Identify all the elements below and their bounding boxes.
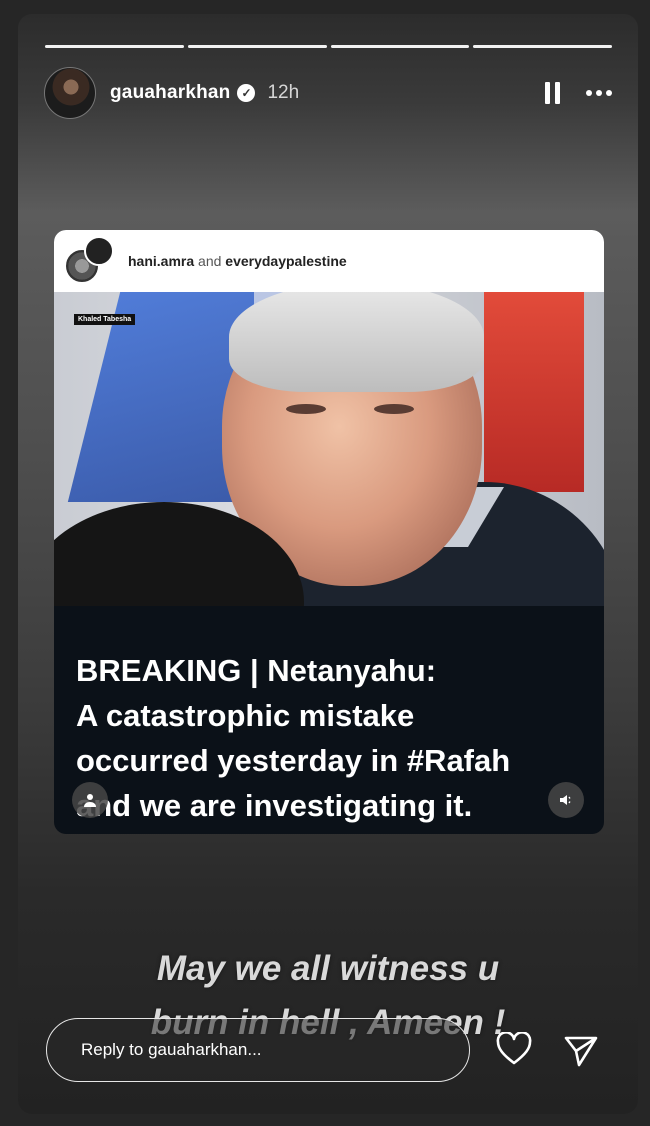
eye-shape: [374, 404, 414, 414]
story-progress-bar: [45, 45, 612, 48]
heart-icon[interactable]: [496, 1031, 532, 1071]
post-photo: Khaled Tabesha: [54, 292, 604, 606]
mute-icon[interactable]: [548, 782, 584, 818]
headline-line: and we are investigating it.: [76, 788, 473, 823]
progress-segment: [187, 45, 327, 48]
overlay-line: May we all witness u: [156, 949, 500, 988]
send-icon[interactable]: [563, 1034, 599, 1073]
username[interactable]: gauaharkhan: [110, 82, 230, 104]
headline-line: occurred yesterday in #Rafah: [76, 743, 511, 778]
credit-conjunction: and: [198, 253, 222, 269]
photo-credit-tag: Khaled Tabesha: [74, 314, 136, 325]
avatar[interactable]: [44, 67, 96, 119]
post-headline: BREAKING | Netanyahu: A catastrophic mis…: [76, 648, 586, 828]
more-options-icon[interactable]: [586, 90, 612, 96]
headline-line: BREAKING | Netanyahu:: [76, 653, 437, 688]
flag-shape: [484, 292, 584, 492]
verified-badge-icon: ✓: [237, 84, 256, 102]
avatar: [84, 236, 114, 266]
reply-input[interactable]: Reply to gauaharkhan...: [46, 1018, 470, 1082]
story-timestamp: 12h: [267, 82, 300, 103]
progress-segment: [45, 45, 184, 48]
credit-user[interactable]: hani.amra: [128, 253, 194, 269]
post-credits[interactable]: hani.amra and everydaypalestine: [128, 253, 347, 269]
shared-post-header[interactable]: hani.amra and everydaypalestine: [54, 230, 604, 292]
pause-icon[interactable]: [545, 82, 560, 104]
credit-user[interactable]: everydaypalestine: [225, 253, 346, 269]
story-header: gauaharkhan ✓ 12h: [44, 66, 612, 120]
progress-segment: [330, 45, 470, 48]
progress-segment: [473, 45, 612, 48]
hair-shape: [229, 292, 484, 392]
eye-shape: [286, 404, 326, 414]
reply-placeholder: Reply to gauaharkhan...: [81, 1040, 262, 1059]
tagged-user-icon[interactable]: [72, 782, 108, 818]
story-frame: gauaharkhan ✓ 12h hani.amra and everyday…: [18, 14, 638, 1114]
shared-post-card[interactable]: hani.amra and everydaypalestine Khaled T…: [54, 230, 604, 834]
headline-line: A catastrophic mistake: [76, 698, 415, 733]
